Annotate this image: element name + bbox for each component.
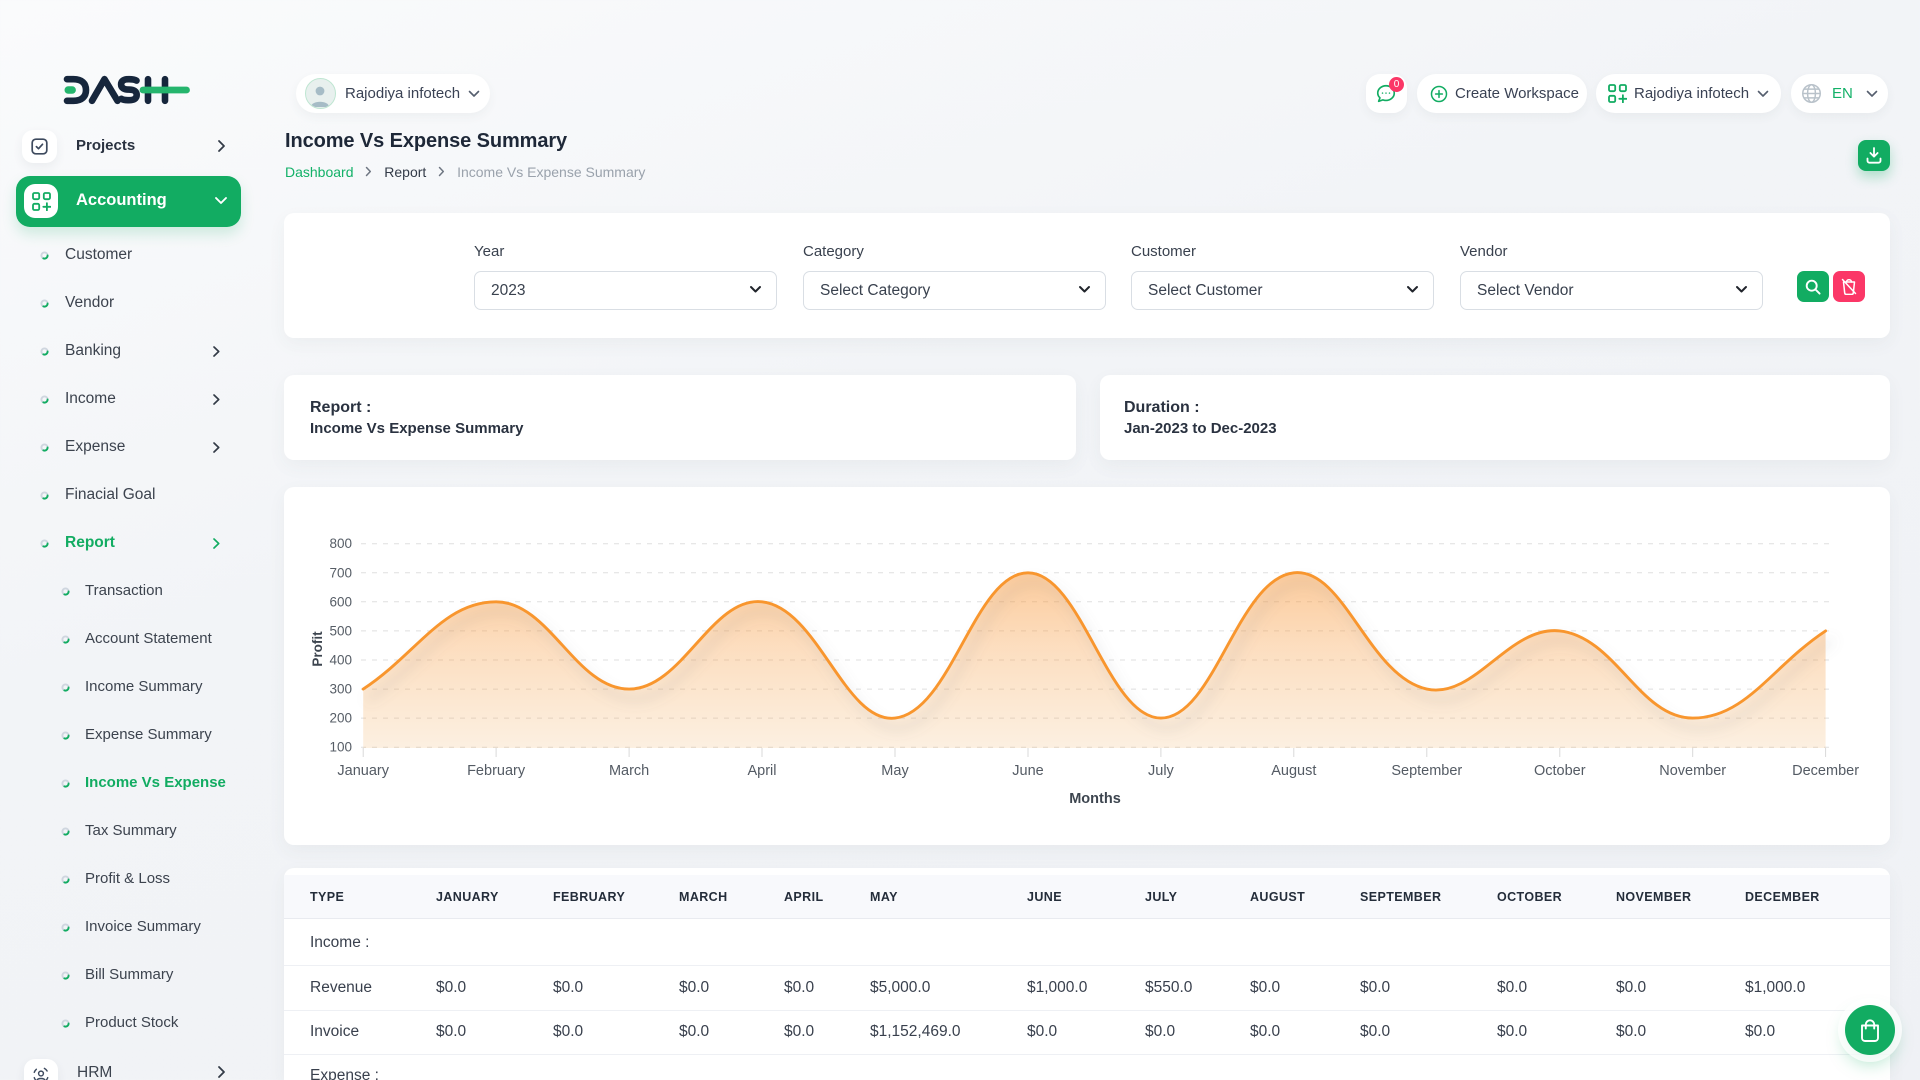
svg-text:100: 100 [329,740,352,755]
svg-text:February: February [467,763,526,779]
svg-text:November: November [1659,763,1726,779]
svg-text:October: October [1534,763,1586,779]
svg-text:400: 400 [329,653,352,668]
svg-text:August: August [1271,763,1316,779]
svg-text:600: 600 [329,594,352,609]
svg-text:800: 800 [329,536,352,551]
svg-text:December: December [1792,763,1859,779]
svg-text:June: June [1012,763,1043,779]
svg-text:200: 200 [329,711,352,726]
svg-text:January: January [337,763,389,779]
svg-text:April: April [747,763,776,779]
svg-text:500: 500 [329,623,352,638]
svg-text:Profit: Profit [310,631,325,667]
svg-text:Months: Months [1069,791,1121,807]
svg-text:March: March [609,763,649,779]
svg-text:300: 300 [329,682,352,697]
svg-text:May: May [881,763,909,779]
svg-text:September: September [1391,763,1462,779]
svg-text:700: 700 [329,565,352,580]
svg-text:July: July [1148,763,1175,779]
